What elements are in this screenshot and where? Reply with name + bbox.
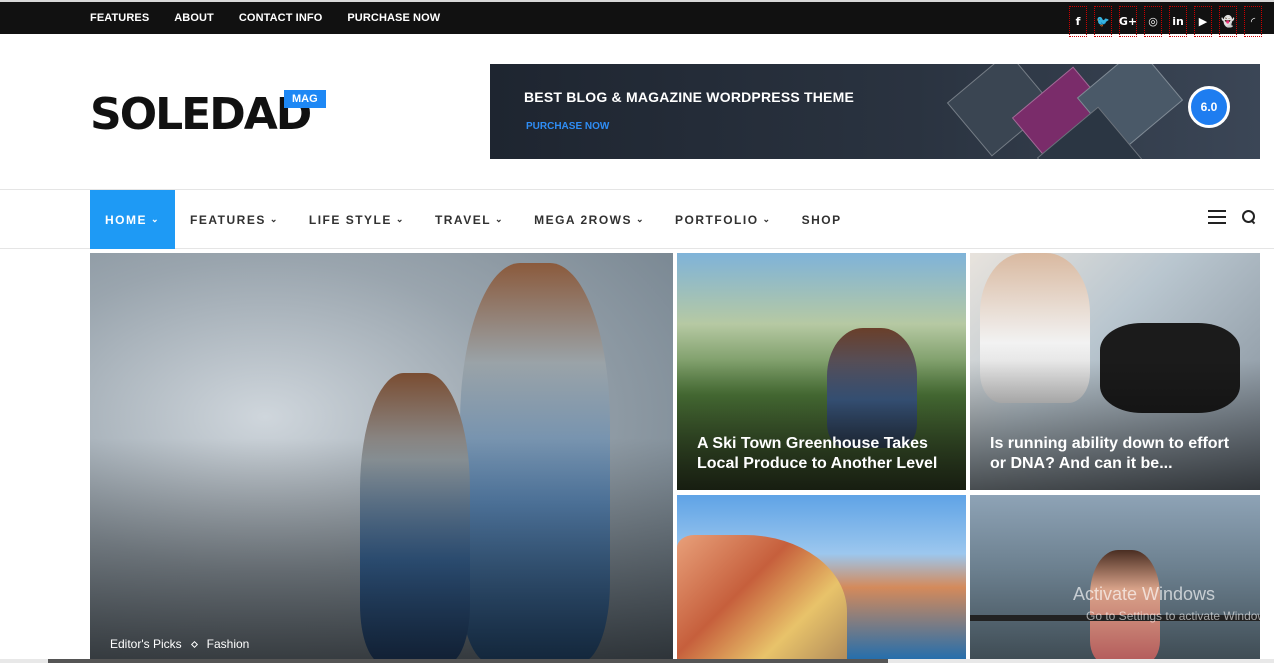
featured-post[interactable] bbox=[970, 495, 1260, 663]
nav-tools bbox=[1208, 210, 1256, 224]
site-logo[interactable]: SOLEDAD MAG bbox=[90, 89, 326, 140]
category-link[interactable]: Editor's Picks bbox=[110, 637, 182, 651]
top-link-about[interactable]: ABOUT bbox=[174, 12, 214, 24]
nav-item-shop[interactable]: SHOP bbox=[787, 190, 857, 249]
nav-item-label: SHOP bbox=[801, 212, 842, 227]
top-link-features[interactable]: FEATURES bbox=[90, 12, 149, 24]
version-badge: 6.0 bbox=[1188, 86, 1230, 128]
post-title[interactable]: Is running ability down to effort or DNA… bbox=[990, 434, 1244, 474]
chevron-down-icon: ⌄ bbox=[151, 214, 161, 224]
featured-post[interactable]: A Ski Town Greenhouse Takes Local Produc… bbox=[677, 253, 966, 490]
facebook-icon[interactable]: f bbox=[1069, 6, 1087, 37]
activate-windows-title: Activate Windows bbox=[1073, 584, 1216, 604]
menu-icon[interactable] bbox=[1208, 210, 1226, 224]
nav-item-features[interactable]: FEATURES ⌄ bbox=[175, 190, 294, 249]
nav-item-home[interactable]: HOME ⌄ bbox=[90, 190, 176, 249]
main-nav-items: HOME ⌄ FEATURES ⌄ LIFE STYLE ⌄ TRAVEL ⌄ MEGA… bbox=[90, 190, 857, 249]
nav-item-label: TRAVEL bbox=[434, 212, 492, 227]
image-overlay bbox=[90, 437, 673, 663]
post-image bbox=[677, 535, 847, 663]
twitter-icon[interactable]: 🐦 bbox=[1094, 6, 1112, 37]
chevron-down-icon: ⌄ bbox=[269, 214, 279, 224]
rss-icon[interactable]: ◜ bbox=[1244, 6, 1262, 37]
scrollbar-thumb[interactable] bbox=[48, 659, 888, 663]
search-icon[interactable] bbox=[1242, 210, 1256, 224]
post-title[interactable]: A Ski Town Greenhouse Takes Local Produc… bbox=[697, 434, 950, 474]
chevron-down-icon: ⌄ bbox=[636, 214, 646, 224]
chevron-down-icon: ⌄ bbox=[762, 214, 772, 224]
nav-item-label: PORTFOLIO bbox=[675, 212, 759, 227]
top-bar: FEATURES ABOUT CONTACT INFO PURCHASE NOW… bbox=[0, 0, 1274, 37]
banner-purchase-link[interactable]: PURCHASE NOW bbox=[526, 121, 609, 132]
chevron-down-icon: ⌄ bbox=[395, 214, 405, 224]
featured-post[interactable]: Is running ability down to effort or DNA… bbox=[970, 253, 1260, 490]
featured-post[interactable] bbox=[677, 495, 966, 663]
post-categories: Editor's Picks Fashion bbox=[110, 637, 249, 651]
logo-badge: MAG bbox=[284, 90, 326, 108]
featured-main-post[interactable]: Editor's Picks Fashion bbox=[90, 253, 673, 663]
nav-item-label: HOME bbox=[105, 212, 147, 227]
top-link-purchase-now[interactable]: PURCHASE NOW bbox=[347, 12, 440, 24]
main-nav: HOME ⌄ FEATURES ⌄ LIFE STYLE ⌄ TRAVEL ⌄ MEGA… bbox=[0, 189, 1274, 249]
category-link[interactable]: Fashion bbox=[207, 637, 250, 651]
top-link-contact-info[interactable]: CONTACT INFO bbox=[239, 12, 323, 24]
nav-item-label: LIFE STYLE bbox=[308, 212, 392, 227]
snapchat-icon[interactable]: 👻 bbox=[1219, 6, 1237, 37]
separator-icon bbox=[190, 640, 198, 648]
activate-windows-subtitle: Go to Settings to activate Windows. bbox=[1086, 609, 1274, 623]
header-banner[interactable]: BEST BLOG & MAGAZINE WORDPRESS THEME PUR… bbox=[490, 64, 1260, 159]
nav-item-portfolio[interactable]: PORTFOLIO ⌄ bbox=[660, 190, 787, 249]
instagram-icon[interactable]: ◎ bbox=[1144, 6, 1162, 37]
youtube-icon[interactable]: ▶ bbox=[1194, 6, 1212, 37]
post-image bbox=[1090, 550, 1160, 663]
nav-item-label: FEATURES bbox=[190, 212, 266, 227]
social-icons: f 🐦 G+ ◎ in ▶ 👻 ◜ bbox=[1069, 6, 1262, 37]
chevron-down-icon: ⌄ bbox=[495, 214, 505, 224]
nav-item-travel[interactable]: TRAVEL ⌄ bbox=[420, 190, 519, 249]
google-plus-icon[interactable]: G+ bbox=[1119, 6, 1137, 37]
nav-item-life-style[interactable]: LIFE STYLE ⌄ bbox=[294, 190, 420, 249]
nav-item-label: MEGA 2ROWS bbox=[534, 212, 632, 227]
nav-item-mega-2rows[interactable]: MEGA 2ROWS ⌄ bbox=[519, 190, 660, 249]
banner-title: BEST BLOG & MAGAZINE WORDPRESS THEME bbox=[524, 89, 854, 105]
logo-text: SOLEDAD bbox=[90, 89, 312, 140]
horizontal-scrollbar[interactable] bbox=[0, 659, 1274, 663]
linkedin-icon[interactable]: in bbox=[1169, 6, 1187, 37]
top-nav: FEATURES ABOUT CONTACT INFO PURCHASE NOW bbox=[90, 2, 465, 34]
